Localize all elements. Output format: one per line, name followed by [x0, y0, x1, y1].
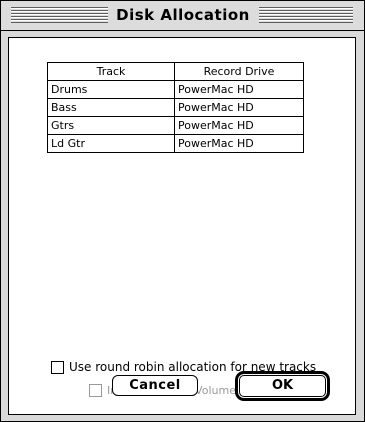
track-cell[interactable]: Drums — [47, 80, 175, 99]
record-drive-cell[interactable]: PowerMac HD — [174, 98, 304, 117]
window-title: Disk Allocation — [116, 6, 250, 24]
table-row[interactable]: Ld Gtr PowerMac HD — [47, 134, 304, 153]
column-header-track[interactable]: Track — [47, 62, 175, 81]
allocation-table: Track Record Drive Drums PowerMac HD Bas… — [47, 62, 304, 153]
title-bar-stripes-right — [259, 6, 353, 23]
dialog-content: Track Record Drive Drums PowerMac HD Bas… — [8, 37, 356, 415]
record-drive-cell[interactable]: PowerMac HD — [174, 134, 304, 153]
table-header-row: Track Record Drive — [47, 62, 304, 81]
title-bar[interactable]: Disk Allocation — [1, 1, 364, 31]
ok-button[interactable]: OK — [239, 375, 326, 397]
title-bar-stripes-left — [11, 6, 108, 23]
cancel-button[interactable]: Cancel — [112, 375, 198, 396]
table-row[interactable]: Gtrs PowerMac HD — [47, 116, 304, 135]
track-cell[interactable]: Ld Gtr — [47, 134, 175, 153]
record-drive-cell[interactable]: PowerMac HD — [174, 80, 304, 99]
track-cell[interactable]: Gtrs — [47, 116, 175, 135]
track-cell[interactable]: Bass — [47, 98, 175, 117]
table-row[interactable]: Drums PowerMac HD — [47, 80, 304, 99]
disk-allocation-window: Disk Allocation Track Record Drive Drums… — [0, 0, 365, 422]
record-drive-cell[interactable]: PowerMac HD — [174, 116, 304, 135]
column-header-record-drive[interactable]: Record Drive — [174, 62, 304, 81]
table-row[interactable]: Bass PowerMac HD — [47, 98, 304, 117]
round-robin-checkbox[interactable] — [51, 360, 64, 374]
include-system-volume-checkbox — [89, 384, 102, 397]
